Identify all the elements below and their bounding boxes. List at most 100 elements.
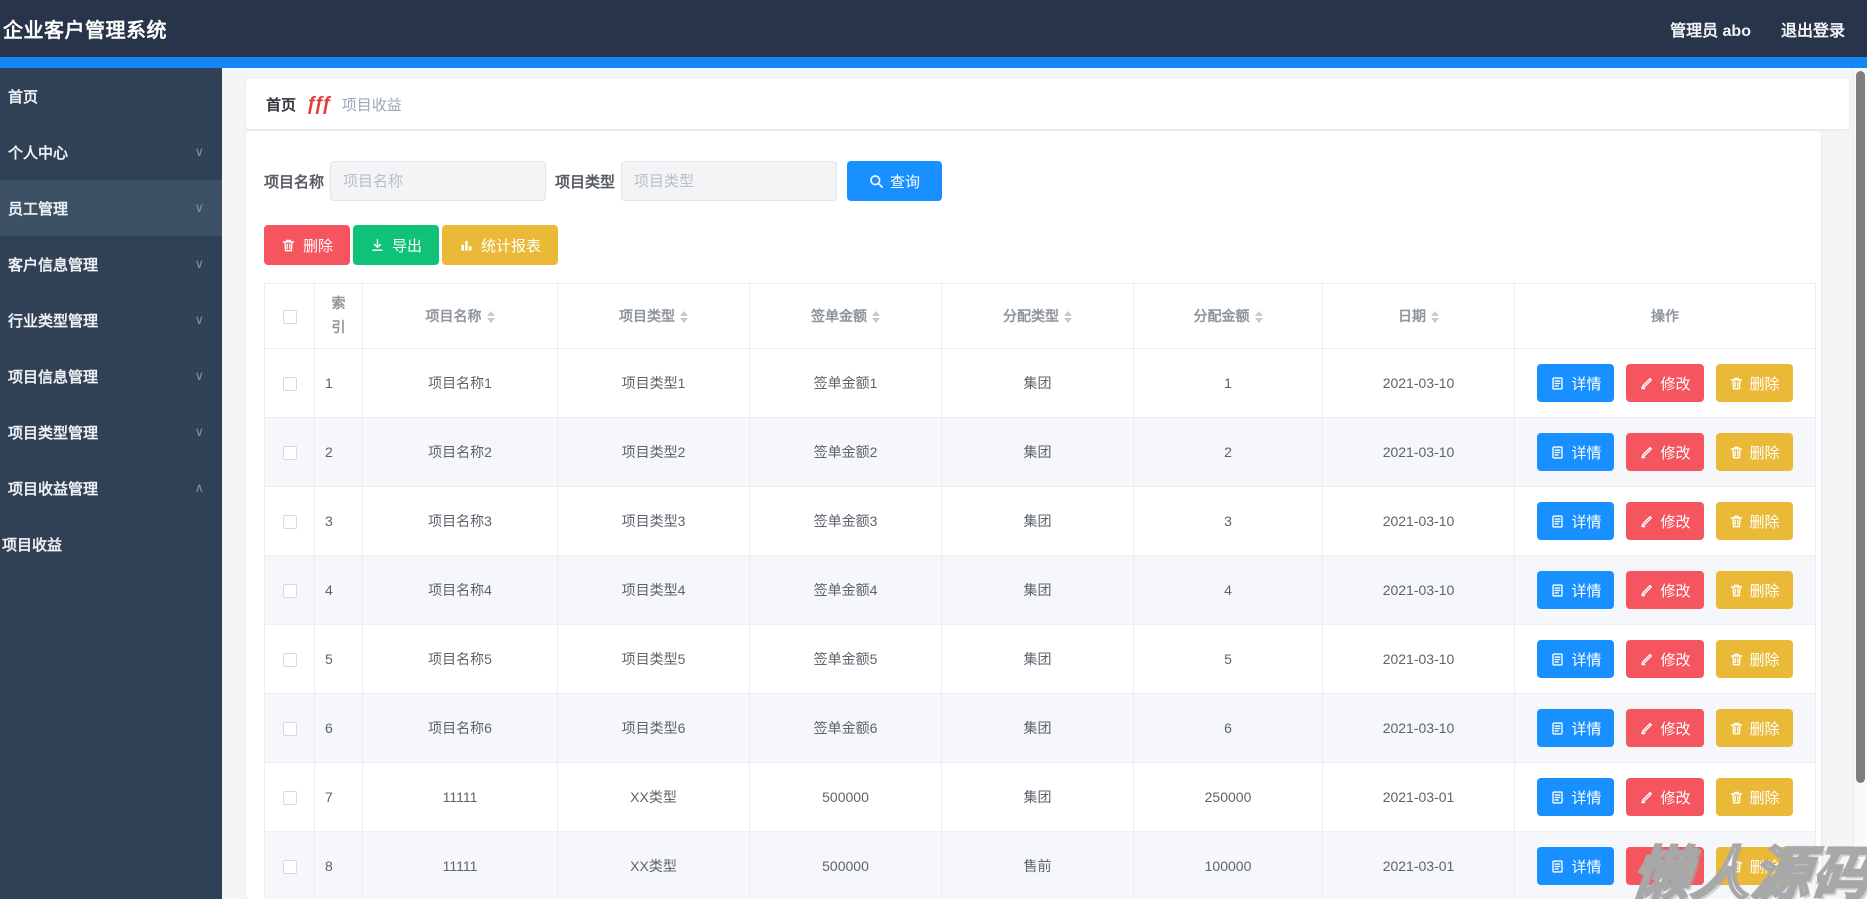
breadcrumb-home-link[interactable]: 首页 bbox=[266, 94, 296, 115]
project-type-label: 项目类型 bbox=[555, 173, 616, 191]
edit-button[interactable]: 修改 bbox=[1626, 640, 1704, 678]
delete-button[interactable]: 删除 bbox=[264, 225, 351, 265]
row-checkbox[interactable] bbox=[282, 722, 297, 737]
row-checkbox[interactable] bbox=[282, 653, 297, 668]
vertical-scrollbar-track[interactable] bbox=[1853, 68, 1867, 899]
table-row: 3 项目名称3 项目类型3 签单金额3 集团 3 2021-03-10 详情 修改 删除 bbox=[264, 486, 1816, 556]
edit-button[interactable]: 修改 bbox=[1626, 709, 1704, 747]
project-name-input[interactable] bbox=[330, 161, 547, 201]
cell-alloc-type: 集团 bbox=[941, 762, 1134, 832]
detail-button[interactable]: 详情 bbox=[1537, 640, 1615, 678]
detail-button[interactable]: 详情 bbox=[1537, 364, 1615, 402]
edit-button-label: 修改 bbox=[1660, 513, 1691, 531]
cell-date: 2021-03-10 bbox=[1322, 417, 1515, 487]
row-checkbox[interactable] bbox=[282, 584, 297, 599]
delete-button[interactable]: 删除 bbox=[1715, 502, 1793, 540]
sort-icon[interactable] bbox=[1254, 311, 1263, 324]
project-type-input[interactable] bbox=[621, 161, 838, 201]
detail-button-label: 详情 bbox=[1571, 444, 1602, 462]
column-header-sign-amount[interactable]: 签单金额 bbox=[749, 283, 942, 349]
edit-button[interactable]: 修改 bbox=[1626, 502, 1704, 540]
sort-icon[interactable] bbox=[486, 311, 495, 324]
select-all-checkbox[interactable] bbox=[282, 310, 297, 325]
edit-button[interactable]: 修改 bbox=[1626, 433, 1704, 471]
detail-button[interactable]: 详情 bbox=[1537, 778, 1615, 816]
row-actions-cell: 详情 修改 删除 bbox=[1514, 417, 1816, 487]
delete-button[interactable]: 删除 bbox=[1715, 709, 1793, 747]
sort-icon[interactable] bbox=[1064, 311, 1072, 324]
row-checkbox[interactable] bbox=[282, 377, 297, 392]
column-header-date[interactable]: 日期 bbox=[1322, 283, 1515, 349]
logout-link[interactable]: 退出登录 bbox=[1781, 17, 1845, 41]
sidebar-item-customer-info-mgmt[interactable]: 客户信息管理 ∨ bbox=[0, 236, 222, 292]
delete-button[interactable]: 删除 bbox=[1715, 433, 1793, 471]
row-checkbox-cell bbox=[264, 486, 315, 556]
detail-button-label: 详情 bbox=[1571, 789, 1602, 807]
cell-date: 2021-03-10 bbox=[1322, 624, 1515, 694]
accent-stripe bbox=[0, 57, 1867, 68]
row-checkbox[interactable] bbox=[282, 515, 297, 530]
row-checkbox[interactable] bbox=[282, 860, 297, 875]
edit-button[interactable]: 修改 bbox=[1626, 778, 1704, 816]
sidebar-item-industry-type-mgmt[interactable]: 行业类型管理 ∨ bbox=[0, 292, 222, 348]
search-button[interactable]: 查询 bbox=[847, 161, 943, 201]
trash-icon bbox=[1729, 514, 1744, 529]
row-checkbox[interactable] bbox=[282, 446, 297, 461]
column-header-label: 分配金额 bbox=[1193, 308, 1250, 324]
trash-icon bbox=[1729, 376, 1744, 391]
delete-button[interactable]: 删除 bbox=[1715, 847, 1793, 885]
detail-button[interactable]: 详情 bbox=[1537, 433, 1615, 471]
column-header-alloc-amount[interactable]: 分配金额 bbox=[1133, 283, 1323, 349]
sidebar-item-employee-mgmt[interactable]: 员工管理 ∨ bbox=[0, 180, 222, 236]
sort-icon[interactable] bbox=[1431, 311, 1439, 324]
delete-button[interactable]: 删除 bbox=[1715, 778, 1793, 816]
edit-button[interactable]: 修改 bbox=[1626, 571, 1704, 609]
row-actions-cell: 详情 修改 删除 bbox=[1514, 831, 1816, 899]
trash-icon bbox=[281, 238, 296, 253]
document-icon bbox=[1550, 721, 1565, 736]
cell-sign-amount: 签单金额6 bbox=[749, 693, 942, 763]
edit-button[interactable]: 修改 bbox=[1626, 364, 1704, 402]
cell-project-name: 项目名称6 bbox=[362, 693, 558, 763]
column-header-project-name[interactable]: 项目名称 bbox=[362, 283, 558, 349]
edit-button-label: 修改 bbox=[1660, 651, 1691, 669]
row-checkbox[interactable] bbox=[282, 791, 297, 806]
cell-index: 5 bbox=[314, 624, 363, 694]
sidebar-item-profile-center[interactable]: 个人中心 ∨ bbox=[0, 124, 222, 180]
sidebar-item-label: 员工管理 bbox=[8, 200, 69, 218]
cell-date: 2021-03-10 bbox=[1322, 486, 1515, 556]
sidebar-item-home[interactable]: 首页 bbox=[0, 68, 222, 124]
report-button[interactable]: 统计报表 bbox=[442, 225, 559, 265]
delete-button[interactable]: 删除 bbox=[1715, 571, 1793, 609]
delete-button[interactable]: 删除 bbox=[1715, 364, 1793, 402]
cell-index: 3 bbox=[314, 486, 363, 556]
detail-button[interactable]: 详情 bbox=[1537, 847, 1615, 885]
detail-button[interactable]: 详情 bbox=[1537, 502, 1615, 540]
detail-button[interactable]: 详情 bbox=[1537, 709, 1615, 747]
sort-icon[interactable] bbox=[872, 311, 880, 324]
sidebar-item-project-income[interactable]: 项目收益 bbox=[0, 516, 222, 572]
delete-button[interactable]: 删除 bbox=[1715, 640, 1793, 678]
cell-index: 6 bbox=[314, 693, 363, 763]
cell-date: 2021-03-01 bbox=[1322, 831, 1515, 899]
sidebar-item-project-info-mgmt[interactable]: 项目信息管理 ∨ bbox=[0, 348, 222, 404]
edit-button-label: 修改 bbox=[1660, 720, 1691, 738]
column-header-alloc-type[interactable]: 分配类型 bbox=[941, 283, 1134, 349]
export-button-label: 导出 bbox=[392, 237, 423, 255]
sort-desc-icon bbox=[1064, 318, 1072, 324]
sidebar-item-project-income-mgmt[interactable]: 项目收益管理 ∧ bbox=[0, 460, 222, 516]
detail-button[interactable]: 详情 bbox=[1537, 571, 1615, 609]
sidebar-item-project-type-mgmt[interactable]: 项目类型管理 ∨ bbox=[0, 404, 222, 460]
edit-button[interactable]: 修改 bbox=[1626, 847, 1704, 885]
vertical-scrollbar-thumb[interactable] bbox=[1856, 71, 1865, 783]
table-row: 1 项目名称1 项目类型1 签单金额1 集团 1 2021-03-10 详情 修改 删除 bbox=[264, 348, 1816, 418]
cell-project-type: XX类型 bbox=[557, 762, 750, 832]
document-icon bbox=[1550, 514, 1565, 529]
sort-icon[interactable] bbox=[680, 311, 688, 324]
column-header-label: 项目名称 bbox=[425, 308, 482, 324]
column-header-project-type[interactable]: 项目类型 bbox=[557, 283, 750, 349]
sort-desc-icon bbox=[1431, 318, 1439, 324]
export-button[interactable]: 导出 bbox=[353, 225, 440, 265]
cell-alloc-amount: 5 bbox=[1133, 624, 1323, 694]
current-user[interactable]: 管理员 abo bbox=[1670, 17, 1751, 41]
